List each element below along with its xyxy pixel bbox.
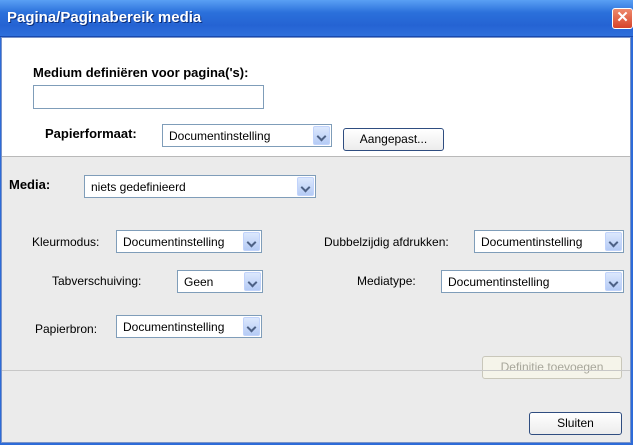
tab-shift-label: Tabverschuiving: [52,274,142,288]
media-value: niets gedefinieerd [91,180,186,194]
window-title: Pagina/Paginabereik media [7,9,202,26]
page-range-label: Medium definiëren voor pagina('s): [33,65,249,80]
chevron-down-icon[interactable] [244,272,261,291]
chevron-down-icon[interactable] [243,232,260,251]
chevron-down-icon[interactable] [297,177,314,196]
paper-source-label: Papierbron: [35,322,98,336]
media-type-select[interactable]: Documentinstelling [441,270,624,293]
tab-shift-select[interactable]: Geen [177,270,263,293]
paper-size-value: Documentinstelling [169,129,271,143]
duplex-select[interactable]: Documentinstelling [474,230,624,253]
color-mode-label: Kleurmodus: [32,235,100,249]
paper-source-value: Documentinstelling [123,320,225,334]
media-select[interactable]: niets gedefinieerd [84,175,316,198]
chevron-down-icon[interactable] [605,272,622,291]
page-range-input[interactable] [33,85,264,109]
paper-size-label: Papierformaat: [45,126,137,141]
title-bar: Pagina/Paginabereik media ✕ [0,0,633,37]
paper-source-select[interactable]: Documentinstelling [116,315,262,338]
close-button[interactable]: Sluiten [529,412,622,435]
dialog-body: Medium definiëren voor pagina('s): Papie… [1,37,631,443]
custom-size-button[interactable]: Aangepast... [343,128,444,151]
add-definition-button[interactable]: Definitie toevoegen [482,356,622,379]
page-range-panel: Medium definiëren voor pagina('s): Papie… [2,38,630,157]
chevron-down-icon[interactable] [243,317,260,336]
duplex-label: Dubbelzijdig afdrukken: [324,235,449,249]
bottom-divider [2,370,630,371]
color-mode-select[interactable]: Documentinstelling [116,230,262,253]
tab-shift-value: Geen [184,275,214,289]
color-mode-value: Documentinstelling [123,235,225,249]
paper-size-select[interactable]: Documentinstelling [162,124,332,147]
media-type-value: Documentinstelling [448,275,550,289]
media-type-label: Mediatype: [357,274,416,288]
chevron-down-icon[interactable] [605,232,622,251]
chevron-down-icon[interactable] [313,126,330,145]
close-icon[interactable]: ✕ [612,8,633,29]
duplex-value: Documentinstelling [481,235,583,249]
media-label: Media: [9,177,51,192]
